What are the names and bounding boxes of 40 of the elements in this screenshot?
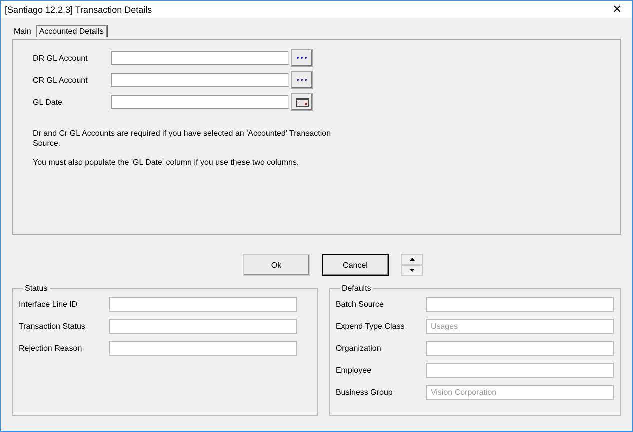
field-label: Interface Line ID xyxy=(19,300,79,308)
input-field[interactable] xyxy=(111,73,289,87)
tab[interactable]: Accounted Details xyxy=(36,25,107,37)
up-arrow-icon xyxy=(410,258,414,261)
spin-down-button[interactable] xyxy=(401,265,423,276)
calendar-button[interactable] xyxy=(291,93,313,111)
ellipsis-icon xyxy=(296,56,308,60)
field-label: Expend Type Class xyxy=(336,322,406,330)
note-text: You must also populate the 'GL Date' column if you use these two columns. xyxy=(33,158,300,168)
field-label: Business Group xyxy=(336,388,394,396)
close-button[interactable]: ✕ xyxy=(602,3,632,16)
group-title: Status xyxy=(24,284,49,293)
field-label: Transaction Status xyxy=(19,322,86,330)
field-label: Rejection Reason xyxy=(19,344,84,352)
down-arrow-icon xyxy=(410,269,414,272)
field-label: Batch Source xyxy=(336,300,385,308)
input-field[interactable] xyxy=(109,340,297,356)
dialog-button[interactable]: Ok xyxy=(243,254,310,276)
field-label: CR GL Account xyxy=(33,76,89,84)
spin-up-button[interactable] xyxy=(401,254,423,265)
tab[interactable]: Main xyxy=(12,26,34,37)
lookup-button[interactable] xyxy=(291,49,313,67)
input-field[interactable] xyxy=(109,318,297,334)
calendar-icon xyxy=(296,98,308,106)
input-field[interactable] xyxy=(111,51,289,65)
field-label: Organization xyxy=(336,344,382,352)
input-field[interactable] xyxy=(426,340,614,356)
ellipsis-icon xyxy=(296,78,308,82)
group-title: Defaults xyxy=(340,284,372,293)
input-field[interactable] xyxy=(426,362,614,378)
field-label: Employee xyxy=(336,366,373,374)
window-title: [Santiago 12.2.3] Transaction Details xyxy=(5,4,152,14)
input-field[interactable] xyxy=(109,296,297,312)
input-field[interactable] xyxy=(111,95,289,109)
input-field[interactable] xyxy=(426,296,614,312)
field-label: DR GL Account xyxy=(33,54,89,62)
note-text: Dr and Cr GL Accounts are required if you have selected an 'Accounted' Transaction Source. xyxy=(33,129,332,149)
lookup-button[interactable] xyxy=(291,71,313,89)
field-label: GL Date xyxy=(33,98,64,106)
dialog-button[interactable]: Cancel xyxy=(322,254,389,276)
